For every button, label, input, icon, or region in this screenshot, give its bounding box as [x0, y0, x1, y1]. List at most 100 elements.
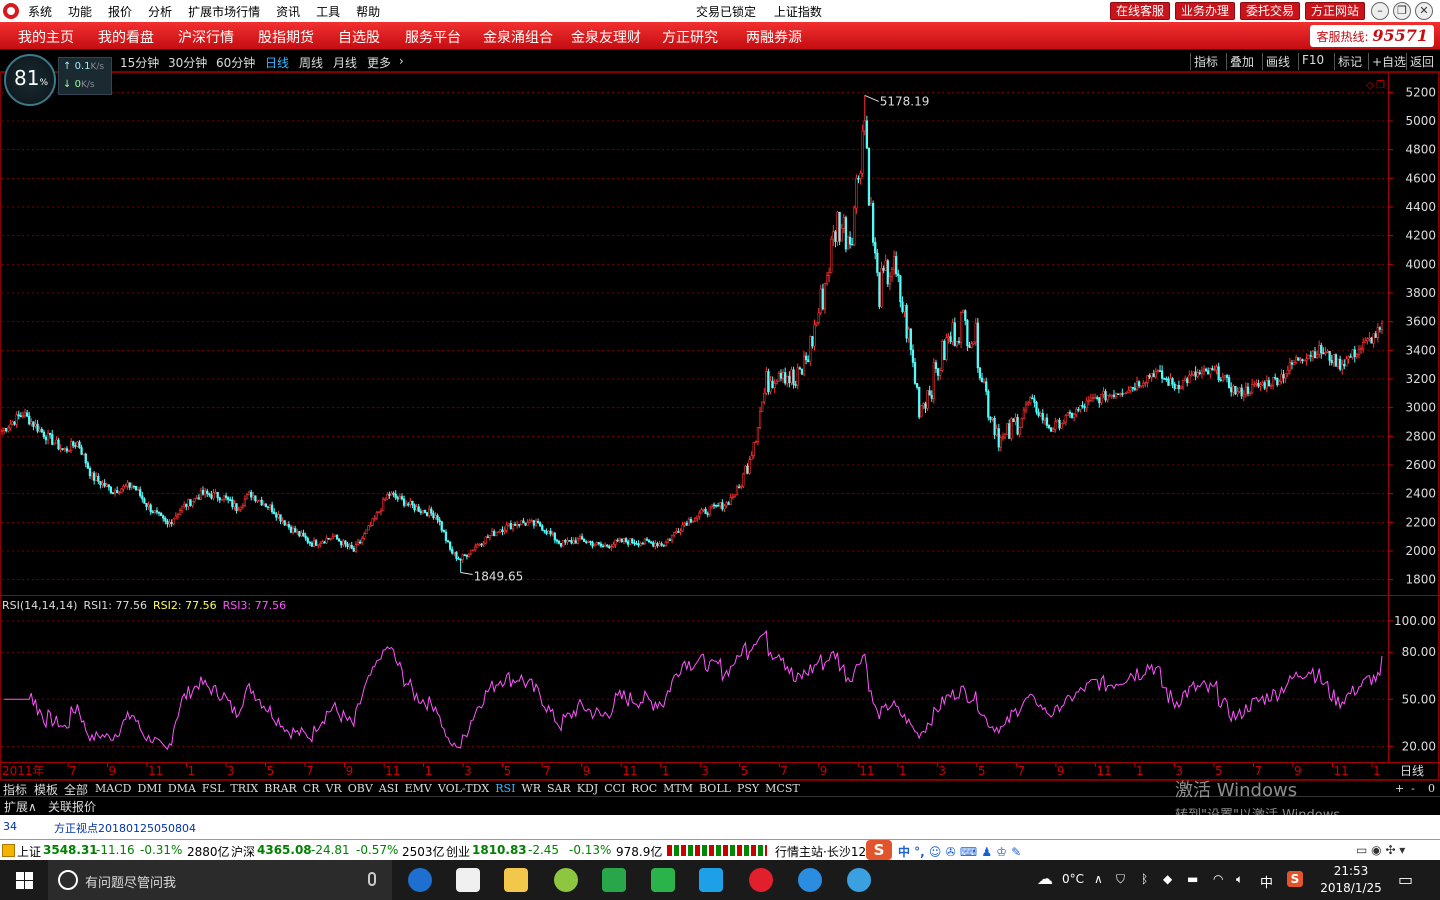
indicator-tab-fsl[interactable]: FSL: [202, 782, 224, 795]
close-icon[interactable]: ✕: [1415, 2, 1433, 20]
nav-futures[interactable]: 股指期货: [258, 27, 314, 47]
browser-360-icon[interactable]: [554, 868, 578, 892]
candle-body: [237, 509, 240, 511]
menu-item-quote[interactable]: 报价: [108, 3, 132, 20]
online-service-button[interactable]: 在线客服: [1110, 2, 1171, 20]
windows-start-icon[interactable]: [16, 872, 33, 889]
tool-overlay[interactable]: 叠加: [1226, 53, 1257, 70]
security-icon[interactable]: ⛉: [1116, 872, 1125, 887]
business-button[interactable]: 业务办理: [1175, 2, 1236, 20]
indicator-tab-macd[interactable]: MACD: [95, 782, 131, 795]
period-monthly[interactable]: 月线: [333, 54, 357, 71]
indicator-tab-dma[interactable]: DMA: [168, 782, 196, 795]
tool-back[interactable]: 返回: [1406, 53, 1437, 70]
tool-mark[interactable]: 标记: [1334, 53, 1365, 70]
wifi-icon[interactable]: ◠: [1213, 872, 1223, 886]
nav-service[interactable]: 服务平台: [405, 27, 461, 47]
tool-add-watch[interactable]: +自选: [1368, 53, 1409, 70]
indicator-tab-trix[interactable]: TRIX: [230, 782, 258, 795]
sogou-tray-icon[interactable]: S: [1287, 871, 1303, 887]
globe-app-icon[interactable]: [847, 868, 871, 892]
tray-mini-icons[interactable]: ▭ ◉ ✣ ▾: [1356, 843, 1405, 857]
period-60m[interactable]: 60分钟: [216, 54, 255, 71]
file-explorer-icon[interactable]: [504, 868, 528, 892]
usb-icon[interactable]: ▬: [1187, 872, 1198, 886]
kline-chart[interactable]: 1800 2000 2200 2400 2600 2800 3000 3200 3400 3600…: [0, 72, 1440, 780]
nav-margin[interactable]: 两融券源: [746, 27, 802, 47]
taskbar-search[interactable]: 有问题尽管问我: [48, 860, 392, 900]
tool-indicator[interactable]: 指标: [1190, 53, 1221, 70]
zoom-reset-button[interactable]: 0: [1428, 782, 1435, 795]
nav-portfolio[interactable]: 金泉涌组合: [483, 27, 553, 47]
zoom-out-button[interactable]: -: [1411, 782, 1415, 795]
nav-my-watch[interactable]: 我的看盘: [98, 27, 154, 47]
indicator-tab-brar[interactable]: BRAR: [264, 782, 297, 795]
ie-icon[interactable]: [798, 868, 822, 892]
tray-expand-icon[interactable]: ∧: [1094, 872, 1103, 886]
volume-icon[interactable]: 🔈︎: [1236, 872, 1243, 887]
zoom-in-button[interactable]: +: [1395, 782, 1404, 795]
nav-wealth[interactable]: 金泉友理财: [571, 27, 641, 47]
server-status[interactable]: 行情主站·长沙12: [775, 843, 866, 860]
extension-toggle[interactable]: 扩展∧: [4, 798, 37, 815]
menu-item-news[interactable]: 资讯: [276, 3, 300, 20]
indicator-tab-psy[interactable]: PSY: [737, 782, 759, 795]
period-more[interactable]: 更多: [367, 54, 391, 71]
nav-watchlist[interactable]: 自选股: [338, 27, 380, 47]
green-app-icon[interactable]: [602, 868, 626, 892]
system-clock[interactable]: 21:53 2018/1/25: [1318, 863, 1384, 897]
bluetooth-icon[interactable]: ᛒ: [1141, 872, 1148, 886]
tool-f10[interactable]: F10: [1298, 53, 1327, 70]
menu-item-analysis[interactable]: 分析: [148, 3, 172, 20]
news-title-link[interactable]: 方正视点20180125050804: [54, 820, 196, 836]
store-icon[interactable]: [456, 868, 480, 892]
tool-draw[interactable]: 画线: [1262, 53, 1293, 70]
indicator-tab-emv[interactable]: EMV: [405, 782, 432, 795]
edge-icon[interactable]: [408, 868, 432, 892]
period-15m[interactable]: 15分钟: [120, 54, 159, 71]
microphone-icon[interactable]: [368, 872, 376, 886]
indicator-tab-vr[interactable]: VR: [326, 782, 342, 795]
indicator-tab-obv[interactable]: OBV: [348, 782, 373, 795]
related-quotes-tab[interactable]: 关联报价: [48, 798, 96, 815]
chevron-right-icon[interactable]: ›: [399, 54, 404, 68]
website-button[interactable]: 方正网站: [1305, 2, 1366, 20]
notification-icon[interactable]: ▭: [1398, 870, 1413, 889]
trade-button[interactable]: 委托交易: [1240, 2, 1301, 20]
indicator-tab-mtm[interactable]: MTM: [663, 782, 693, 795]
period-30m[interactable]: 30分钟: [168, 54, 207, 71]
sogou-ime-icon[interactable]: S: [866, 840, 892, 860]
indicator-tab-boll[interactable]: BOLL: [699, 782, 731, 795]
menu-item-tools[interactable]: 工具: [316, 3, 340, 20]
weather-icon[interactable]: ☁: [1037, 869, 1053, 888]
indicator-tab-rsi[interactable]: RSI: [495, 782, 515, 795]
period-daily[interactable]: 日线: [265, 54, 289, 71]
minimize-icon[interactable]: –: [1371, 2, 1389, 20]
indicator-tab-kdj[interactable]: KDJ: [577, 782, 598, 795]
indicator-tab-cr[interactable]: CR: [303, 782, 320, 795]
period-weekly[interactable]: 周线: [299, 54, 323, 71]
network-tray-icon[interactable]: ◆: [1163, 872, 1172, 886]
indicator-tab-cci[interactable]: CCI: [604, 782, 625, 795]
ime-indicator[interactable]: 中: [1260, 872, 1273, 891]
menu-item-function[interactable]: 功能: [68, 3, 92, 20]
iqiyi-icon[interactable]: [651, 868, 675, 892]
menu-item-system[interactable]: 系统: [28, 3, 52, 20]
menu-item-help[interactable]: 帮助: [356, 3, 380, 20]
founder-app-icon[interactable]: [749, 868, 773, 892]
nav-my-home[interactable]: 我的主页: [18, 27, 74, 47]
memory-gauge[interactable]: 81%: [4, 54, 56, 106]
indicator-tab-mcst[interactable]: MCST: [765, 782, 800, 795]
indicator-tab-sar[interactable]: SAR: [547, 782, 571, 795]
indicator-tab-wr[interactable]: WR: [521, 782, 541, 795]
nav-market[interactable]: 沪深行情: [178, 27, 234, 47]
nav-research[interactable]: 方正研究: [662, 27, 718, 47]
indicator-tab-dmi[interactable]: DMI: [137, 782, 161, 795]
restore-icon[interactable]: ❐: [1393, 2, 1411, 20]
media-player-icon[interactable]: [699, 868, 723, 892]
indicator-tab-roc[interactable]: ROC: [631, 782, 657, 795]
indicator-tab-vol-tdx[interactable]: VOL-TDX: [438, 782, 489, 795]
indicator-tab-asi[interactable]: ASI: [379, 782, 399, 795]
menu-item-ext-market[interactable]: 扩展市场行情: [188, 3, 260, 20]
ime-toolbar[interactable]: 中 °, ☺ ✇ ⌨ ♟ ♔ ✎: [898, 843, 1021, 860]
